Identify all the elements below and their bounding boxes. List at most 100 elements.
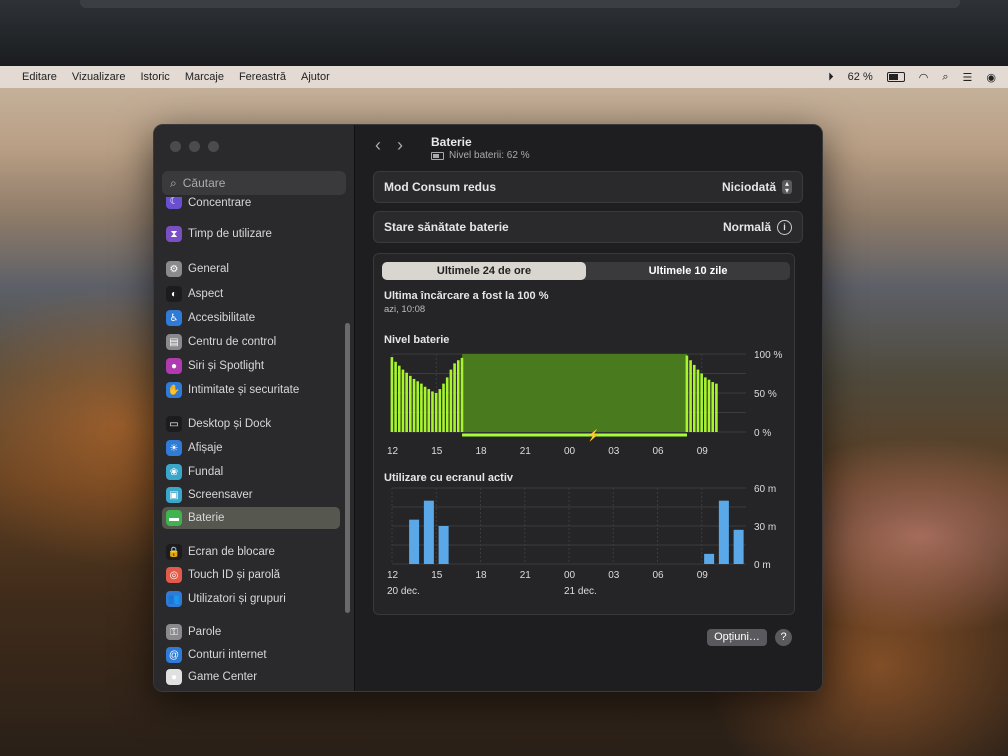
sidebar-item-label: Intimitate și securitate [188, 384, 300, 396]
minimize-button[interactable] [189, 141, 200, 152]
back-icon[interactable]: ‹ [375, 135, 381, 156]
screen-usage-chart: 60 m 30 m 0 m 12 15 18 21 00 03 06 09 20 dec. 21 dec… [387, 484, 776, 597]
x-tick-label: 00 [564, 570, 576, 581]
x-tick-label: 03 [608, 570, 620, 581]
search-input[interactable]: ⌕ Căutare [162, 171, 346, 195]
battery-level-bar [696, 369, 700, 432]
last-charge-text: Ultima încărcare a fost la 100 % [384, 290, 549, 302]
sidebar-item-label: Siri și Spotlight [188, 360, 265, 372]
zoom-button[interactable] [208, 141, 219, 152]
lock-icon: 🔒 [166, 544, 182, 560]
sidebar-item-siri-si-spotlight[interactable]: ● Siri și Spotlight [166, 355, 336, 377]
sidebar-item-timp-de-utilizare[interactable]: ⧗ Timp de utilizare [166, 223, 336, 245]
close-button[interactable] [170, 141, 181, 152]
low-power-label: Mod Consum redus [384, 180, 497, 194]
sidebar-scrollbar[interactable] [345, 323, 350, 613]
date-label: 21 dec. [564, 586, 597, 597]
sidebar-item-label: General [188, 263, 229, 275]
options-button[interactable]: Opțiuni… [707, 629, 767, 646]
menu-editare[interactable]: Editare [22, 71, 57, 83]
battery-level-text: Nivel baterii: 62 % [449, 150, 530, 161]
x-tick-label: 03 [608, 446, 620, 457]
sidebar-item-accesibilitate[interactable]: ♿ Accesibilitate [166, 307, 336, 329]
users-icon: 👥 [166, 591, 182, 607]
sidebar-item-parole[interactable]: ⚿ Parole [166, 621, 336, 643]
sidebar-item-baterie[interactable]: ▬ Baterie [162, 507, 340, 529]
game-center-icon: ● [166, 669, 182, 685]
battery-level-bar [394, 361, 397, 432]
sidebar-item-label: Conturi internet [188, 649, 267, 661]
y-tick-label: 100 % [754, 350, 782, 361]
sidebar-item-centru-de-control[interactable]: ▤ Centru de control [166, 331, 336, 353]
sidebar-item-ecran-de-blocare[interactable]: 🔒 Ecran de blocare [166, 541, 336, 563]
screen-usage-bar [438, 526, 449, 564]
wallpaper-icon: ❀ [166, 464, 182, 480]
sidebar-item-general[interactable]: ⚙ General [166, 258, 336, 280]
play-icon[interactable]: ⏵ [828, 71, 834, 84]
sidebar-item-label: Utilizatori și grupuri [188, 593, 286, 605]
menu-ajutor[interactable]: Ajutor [301, 71, 330, 83]
sidebar-item-intimitate-si-securitate[interactable]: ✋ Intimitate și securitate [166, 379, 336, 401]
stepper-icon: ▴ ▾ [782, 180, 792, 195]
x-tick-label: 15 [431, 446, 443, 457]
sidebar-item-game-center[interactable]: ● Game Center [166, 666, 336, 688]
sidebar-item-conturi-internet[interactable]: @ Conturi internet [166, 644, 336, 666]
sidebar-item-label: Aspect [188, 288, 224, 300]
menu-vizualizare[interactable]: Vizualizare [72, 71, 126, 83]
laptop-bezel [0, 0, 1008, 66]
sidebar-item-label: Desktop și Dock [188, 418, 272, 430]
battery-level-bar [438, 389, 442, 432]
menu-fereastra[interactable]: Fereastră [239, 71, 286, 83]
info-icon[interactable]: i [777, 219, 792, 235]
battery-level-bar [431, 391, 434, 432]
low-power-value: Niciodată [721, 180, 776, 194]
screen-usage-bar [733, 529, 744, 564]
siri-icon[interactable]: ◉ [986, 71, 996, 84]
sidebar-item-aspect[interactable]: ◐ Aspect [166, 283, 336, 305]
sidebar-item-touch-id-si-parola[interactable]: ◎ Touch ID și parolă [166, 564, 336, 586]
sidebar-item-concentrare[interactable]: ☾ Concentrare [166, 197, 336, 209]
battery-level-bar [692, 364, 696, 432]
sidebar-item-label: Timp de utilizare [188, 228, 272, 240]
low-power-select[interactable]: Niciodată ▴ ▾ [721, 180, 792, 195]
battery-level-bar [434, 393, 438, 432]
x-tick-label: 18 [476, 446, 488, 457]
display-icon: ☀ [166, 440, 182, 456]
sidebar-item-fundal[interactable]: ❀ Fundal [166, 461, 336, 483]
battery-icon[interactable] [886, 72, 905, 82]
tab-last-10-days[interactable]: Ultimele 10 zile [586, 262, 790, 280]
hand-icon: ✋ [166, 382, 182, 398]
sidebar: ⌕ Căutare ☾ Concentrare ⧗ Timp de utilizare… [154, 125, 354, 691]
battery-level-bar [416, 381, 420, 432]
y-tick-label: 60 m [754, 484, 776, 495]
menu-istoric[interactable]: Istoric [140, 71, 169, 83]
x-tick-label: 12 [387, 570, 399, 581]
menu-marcaje[interactable]: Marcaje [185, 71, 224, 83]
help-button[interactable]: ? [775, 629, 792, 646]
period-segmented-control: Ultimele 24 de ore Ultimele 10 zile [382, 262, 790, 280]
sidebar-item-screensaver[interactable]: ▣ Screensaver [166, 484, 336, 506]
tab-last-24-hours[interactable]: Ultimele 24 de ore [382, 262, 586, 280]
battery-health-value: Normală [722, 220, 771, 234]
sidebar-item-desktop-si-dock[interactable]: ▭ Desktop și Dock [166, 413, 336, 435]
control-center-icon[interactable]: ☰ [963, 71, 973, 84]
settings-window: ⌕ Căutare ☾ Concentrare ⧗ Timp de utilizare… [153, 124, 823, 692]
battery-icon: ▬ [166, 510, 182, 526]
y-tick-label: 0 m [754, 560, 771, 571]
y-tick-label: 0 % [754, 428, 771, 439]
appearance-icon: ◐ [166, 286, 182, 302]
wifi-icon[interactable]: ◠ [919, 71, 929, 84]
battery-percent: 62 % [847, 71, 873, 83]
low-power-row[interactable]: Mod Consum redus Niciodată ▴ ▾ [373, 171, 803, 203]
battery-level-bar [460, 357, 464, 432]
sidebar-item-utilizatori-si-grupuri[interactable]: 👥 Utilizatori și grupuri [166, 588, 336, 610]
sidebar-item-label: Accesibilitate [188, 312, 256, 324]
battery-level-bar [427, 389, 431, 432]
forward-icon[interactable]: › [397, 135, 403, 156]
search-icon[interactable]: ⌕ [942, 71, 948, 84]
screensaver-icon: ▣ [166, 487, 182, 503]
sidebar-item-afisaje[interactable]: ☀ Afișaje [166, 437, 336, 459]
sidebar-item-label: Fundal [188, 466, 224, 478]
x-tick-label: 18 [476, 570, 488, 581]
battery-level-bar [420, 383, 423, 432]
